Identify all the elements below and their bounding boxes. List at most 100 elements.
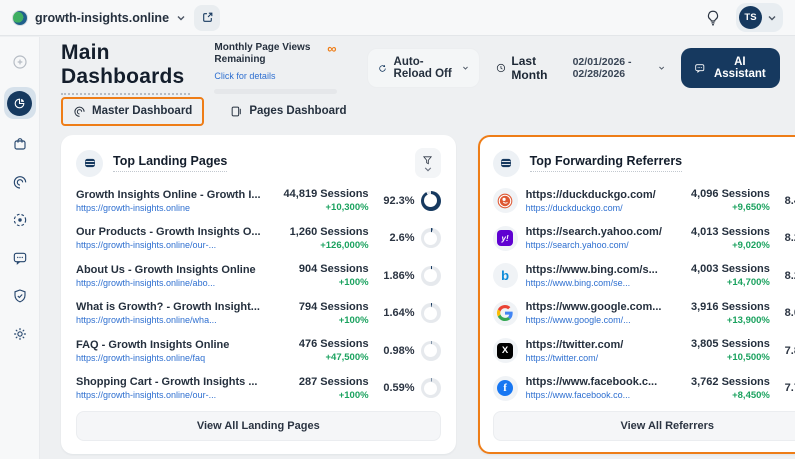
ai-chat-icon [694, 61, 706, 75]
sessions-value: 4,013 Sessions [670, 226, 770, 238]
referrer-title-link[interactable]: https://duckduckgo.com/ [526, 189, 662, 201]
referrer-url-link[interactable]: https://www.facebook.co... [526, 390, 662, 400]
sessions-value: 476 Sessions [269, 338, 369, 350]
top-landing-pages-card: Top Landing Pages Growth Insights Online… [61, 135, 456, 454]
referrer-url-link[interactable]: https://www.bing.com/se... [526, 278, 662, 288]
page-title-link[interactable]: Growth Insights Online - Growth I... [76, 189, 261, 201]
sidebar-item-dashboards[interactable] [4, 87, 36, 119]
sessions-value: 287 Sessions [269, 376, 369, 388]
site-name: growth-insights.online [35, 11, 169, 25]
page-title-link[interactable]: About Us - Growth Insights Online [76, 264, 261, 276]
page-url-link[interactable]: https://growth-insights.online/our-... [76, 240, 261, 250]
sessions-value: 44,819 Sessions [269, 188, 369, 200]
change-badge: +100% [269, 390, 369, 401]
quota-details-link[interactable]: Click for details [214, 71, 275, 81]
site-favicon-icon [12, 10, 28, 26]
orders-bag-icon [12, 136, 28, 152]
sidebar-item-settings[interactable] [7, 321, 33, 347]
table-row: About Us - Growth Insights Online https:/… [76, 257, 441, 295]
favicon-badge: b [493, 263, 518, 288]
table-row: Shopping Cart - Growth Insights ... https… [76, 370, 441, 408]
page-url-link[interactable]: https://growth-insights.online/faq [76, 353, 261, 363]
page-title-link[interactable]: FAQ - Growth Insights Online [76, 339, 261, 351]
change-badge: +9,650% [670, 202, 770, 213]
user-menu[interactable]: TS [736, 3, 783, 32]
referrer-title-link[interactable]: https://search.yahoo.com/ [526, 226, 662, 238]
page-url-link[interactable]: https://growth-insights.online [76, 203, 261, 213]
change-badge: +8,450% [670, 390, 770, 401]
referrer-title-link[interactable]: https://twitter.com/ [526, 339, 662, 351]
view-all-landing-pages-button[interactable]: View All Landing Pages [76, 411, 441, 441]
avatar: TS [739, 6, 762, 29]
change-badge: +47,500% [269, 352, 369, 363]
referrer-title-link[interactable]: https://www.bing.com/s... [526, 264, 662, 276]
sessions-value: 4,096 Sessions [670, 188, 770, 200]
period-selector[interactable]: Last Month [496, 54, 557, 82]
sidebar-item-session-replay[interactable] [7, 207, 33, 233]
sidebar [0, 37, 40, 459]
table-row: Growth Insights Online - Growth I... http… [76, 182, 441, 220]
external-link-icon [201, 11, 214, 24]
sessions-value: 3,805 Sessions [670, 338, 770, 350]
collapse-circle-icon [12, 54, 28, 70]
sidebar-item-collapse[interactable] [7, 49, 33, 75]
open-site-button[interactable] [194, 5, 220, 31]
referrer-title-link[interactable]: https://www.facebook.c... [526, 376, 662, 388]
seo-shield-icon [12, 288, 28, 304]
share-percent: 8.07% [785, 307, 795, 319]
page-title-link[interactable]: Our Products - Growth Insights O... [76, 226, 261, 238]
ideas-lightbulb-icon[interactable] [704, 9, 722, 27]
change-badge: +100% [269, 315, 369, 326]
sidebar-item-orders[interactable] [7, 131, 33, 157]
twitter-x-favicon-icon: X [497, 343, 513, 359]
list-widget-icon [499, 156, 513, 170]
page-title: Main Dashboards [61, 41, 190, 95]
referrer-title-link[interactable]: https://www.google.com... [526, 301, 662, 313]
sessions-value: 794 Sessions [269, 301, 369, 313]
referrer-url-link[interactable]: https://www.google.com/... [526, 315, 662, 325]
change-badge: +10,300% [269, 202, 369, 213]
share-donut-chart [421, 378, 441, 398]
list-widget-icon [83, 156, 97, 170]
referrer-url-link[interactable]: https://duckduckgo.com/ [526, 203, 662, 213]
change-badge: +14,700% [670, 277, 770, 288]
view-all-referrers-button[interactable]: View All Referrers [493, 411, 795, 441]
chevron-down-icon [658, 63, 665, 73]
quota-label: Monthly Page Views Remaining [214, 42, 327, 66]
table-row: What is Growth? - Growth Insight... https… [76, 295, 441, 333]
share-percent: 0.98% [383, 345, 414, 357]
page-url-link[interactable]: https://growth-insights.online/wha... [76, 315, 261, 325]
page-url-link[interactable]: https://growth-insights.online/abo... [76, 278, 261, 288]
sidebar-item-seo[interactable] [7, 283, 33, 309]
sessions-value: 3,916 Sessions [670, 301, 770, 313]
auto-reload-dropdown[interactable]: Auto-Reload Off [367, 48, 480, 88]
referrer-url-link[interactable]: https://twitter.com/ [526, 353, 662, 363]
sessions-value: 1,260 Sessions [269, 226, 369, 238]
date-range-picker[interactable]: 02/01/2026 - 02/28/2026 [573, 56, 666, 80]
page-title-link[interactable]: What is Growth? - Growth Insight... [76, 301, 261, 313]
favicon-badge [493, 301, 518, 326]
infinity-quota-value: ∞ [327, 42, 336, 55]
referrer-rows: https://duckduckgo.com/https://duckduckg… [493, 182, 795, 407]
sidebar-item-feedback[interactable] [7, 245, 33, 271]
sidebar-item-heatmaps[interactable] [7, 169, 33, 195]
share-percent: 8.44% [785, 195, 795, 207]
share-percent: 8.27% [785, 232, 795, 244]
share-percent: 1.86% [383, 270, 414, 282]
change-badge: +126,000% [269, 240, 369, 251]
tab-pages-dashboard[interactable]: Pages Dashboard [218, 97, 358, 126]
ai-assistant-button[interactable]: AI Assistant [681, 48, 780, 88]
tab-master-dashboard[interactable]: Master Dashboard [61, 97, 204, 126]
site-switcher[interactable]: growth-insights.online [12, 10, 186, 26]
referrer-url-link[interactable]: https://search.yahoo.com/ [526, 240, 662, 250]
period-label: Last Month [511, 54, 556, 82]
change-badge: +10,500% [670, 352, 770, 363]
dashboard-tabs: Master Dashboard Pages Dashboard [61, 96, 780, 126]
share-percent: 8.25% [785, 270, 795, 282]
landing-filter-button[interactable] [415, 148, 441, 178]
favicon-badge: f [493, 376, 518, 401]
favicon-badge: X [493, 338, 518, 363]
refresh-icon [378, 62, 387, 75]
page-url-link[interactable]: https://growth-insights.online/our-... [76, 390, 261, 400]
page-title-link[interactable]: Shopping Cart - Growth Insights ... [76, 376, 261, 388]
